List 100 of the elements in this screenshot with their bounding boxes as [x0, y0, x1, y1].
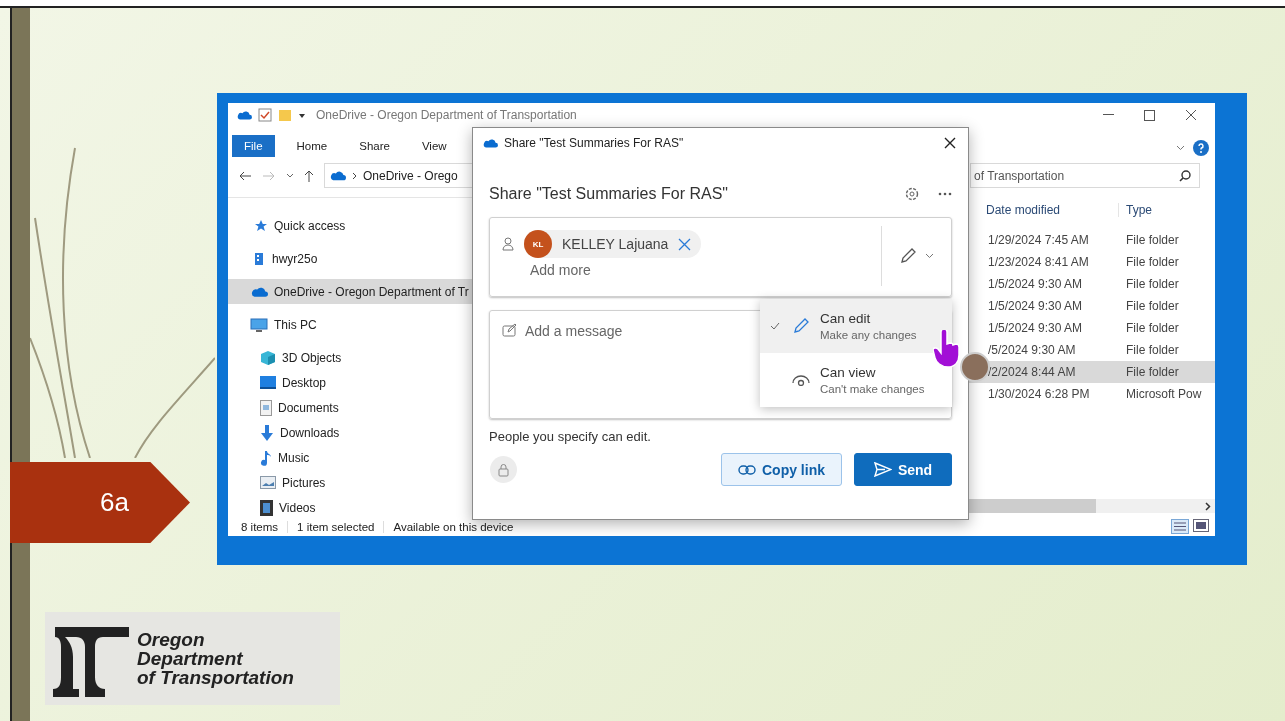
permission-note: People you specify can edit. — [489, 429, 652, 444]
menu-item-title: Can view — [820, 365, 877, 380]
file-row[interactable]: 1/5/2024 9:30 AM File folder — [969, 273, 1215, 295]
help-icon[interactable] — [1193, 139, 1209, 156]
horizontal-scrollbar[interactable] — [969, 499, 1215, 513]
date-cell-text: /5/2024 9:30 AM — [987, 343, 1077, 357]
settings-icon — [904, 186, 920, 202]
nav-item[interactable]: OneDrive - Oregon Department of Tr — [228, 279, 472, 304]
compose-icon — [502, 323, 517, 337]
menu-item-title: Can edit — [820, 311, 872, 326]
type-cell-text: File folder — [1125, 299, 1180, 313]
cloud-icon — [329, 170, 346, 181]
type-cell-text: File folder — [1125, 277, 1180, 291]
settings-button[interactable] — [904, 186, 920, 202]
nav-item[interactable]: Downloads — [228, 420, 472, 445]
eye-icon — [792, 374, 810, 386]
back-arrow-icon[interactable] — [238, 170, 252, 181]
send-icon — [873, 462, 892, 477]
copy-link-button[interactable]: Copy link — [721, 453, 842, 486]
chevron-down-icon[interactable] — [1176, 144, 1185, 151]
address-bar[interactable]: OneDrive - Orego — [324, 163, 472, 188]
column-header[interactable]: Date modified — [969, 203, 1118, 217]
dialog-title: Share "Test Summaries For RAS" — [504, 136, 684, 150]
status-text: 8 items — [232, 520, 289, 533]
nav-item[interactable]: Pictures — [228, 470, 472, 495]
ribbon-tab[interactable]: Share — [347, 135, 402, 157]
file-row[interactable]: 1/30/2024 6:28 PM Microsoft Pow — [969, 383, 1215, 405]
minimize-icon[interactable] — [1103, 114, 1114, 116]
menu-item-subtitle: Can't make changes — [820, 383, 925, 395]
nav-item[interactable]: 3D Objects — [228, 345, 472, 370]
address-text: OneDrive - Orego — [363, 168, 458, 183]
date-cell-text: 1/5/2024 9:30 AM — [987, 321, 1084, 335]
recipient-name: KELLEY Lajuana — [562, 236, 669, 252]
date-cell-text: 1/30/2024 6:28 PM — [987, 387, 1091, 401]
nav-item[interactable]: Music — [228, 445, 472, 470]
chevron-down-icon — [925, 253, 934, 259]
ribbon-tab[interactable]: File — [232, 135, 275, 157]
document-icon — [260, 399, 272, 416]
date-cell-text: 1/23/2024 8:41 AM — [987, 255, 1090, 269]
details-view-icon[interactable] — [1171, 519, 1189, 534]
close-icon[interactable] — [1185, 109, 1197, 121]
search-field[interactable]: of Transportation — [970, 163, 1200, 188]
person-icon — [502, 237, 514, 251]
file-row[interactable]: /2/2024 8:44 AM File folder — [969, 361, 1215, 383]
nav-item[interactable]: Videos — [228, 495, 472, 520]
slide-number-tag: 6a — [10, 462, 190, 543]
dropdown-icon — [298, 111, 306, 119]
date-cell-text: 1/5/2024 9:30 AM — [987, 299, 1084, 313]
pencil-icon — [792, 317, 810, 335]
desktop-icon — [260, 376, 276, 389]
type-cell-text: File folder — [1125, 233, 1180, 247]
ribbon-tab[interactable]: View — [409, 135, 459, 157]
thumbnail-view-icon[interactable] — [1193, 519, 1209, 532]
scroll-right-icon[interactable] — [1205, 501, 1211, 511]
date-cell-text: 1/29/2024 7:45 AM — [987, 233, 1090, 247]
logo-text: Department — [137, 649, 244, 668]
file-row[interactable]: 1/23/2024 8:41 AM File folder — [969, 251, 1215, 273]
music-note-icon — [260, 449, 272, 466]
down-arrow-icon — [260, 424, 274, 441]
file-row[interactable]: 1/5/2024 9:30 AM File folder — [969, 317, 1215, 339]
folder-icon — [278, 108, 292, 122]
status-text: 1 item selected — [288, 520, 385, 533]
chevron-right-icon — [352, 171, 357, 180]
column-header[interactable]: Type — [1118, 203, 1215, 217]
up-arrow-icon[interactable] — [304, 169, 314, 182]
film-icon — [260, 499, 273, 516]
monitor-icon — [250, 317, 268, 332]
close-button[interactable] — [942, 135, 958, 151]
type-cell-text: Microsoft Pow — [1125, 387, 1203, 401]
nav-item[interactable]: This PC — [228, 312, 472, 337]
type-cell-text: File folder — [1125, 365, 1180, 379]
nav-item[interactable]: Quick access — [228, 213, 472, 238]
nav-item[interactable]: Documents — [228, 395, 472, 420]
ribbon-tab[interactable]: Home — [284, 135, 340, 157]
cloud-icon — [236, 110, 252, 120]
building-icon — [254, 251, 266, 266]
maximize-icon[interactable] — [1144, 109, 1155, 121]
remove-icon[interactable] — [678, 237, 692, 251]
more-button[interactable] — [938, 192, 952, 196]
initials-avatar: KL — [524, 230, 552, 258]
picture-icon — [260, 476, 276, 489]
nav-item[interactable]: hwyr25o — [228, 246, 472, 271]
cloud-icon — [250, 286, 268, 297]
date-cell-text: 1/5/2024 9:30 AM — [987, 277, 1084, 291]
menu-item[interactable]: Can edit Make any changes — [760, 299, 952, 353]
date-cell-text: /2/2024 8:44 AM — [987, 365, 1077, 379]
file-row[interactable]: /5/2024 9:30 AM File folder — [969, 339, 1215, 361]
search-placeholder: of Transportation — [974, 168, 1065, 183]
recipients-field[interactable]: KL KELLEY Lajuana Add more — [489, 217, 952, 297]
pencil-icon — [899, 247, 917, 265]
file-row[interactable]: 1/5/2024 9:30 AM File folder — [969, 295, 1215, 317]
type-cell-text: File folder — [1125, 343, 1180, 357]
type-cell-text: File folder — [1125, 255, 1180, 269]
link-icon — [738, 464, 756, 475]
file-row[interactable]: 1/29/2024 7:45 AM File folder — [969, 229, 1215, 251]
nav-item[interactable]: Desktop — [228, 370, 472, 395]
chevron-down-icon[interactable] — [286, 172, 294, 179]
star-icon — [254, 218, 268, 233]
send-button[interactable]: Send — [854, 453, 952, 486]
menu-item[interactable]: Can view Can't make changes — [760, 353, 952, 407]
